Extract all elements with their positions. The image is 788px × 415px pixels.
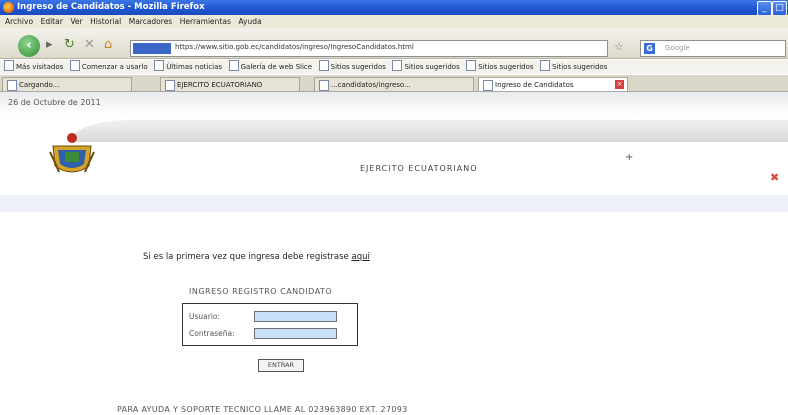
tab-strip: Cargando... EJERCITO ECUATORIANO ...cand… <box>0 75 788 163</box>
page-icon <box>165 80 175 91</box>
date-strip: 26 de Octubre de 2011 <box>0 92 788 144</box>
user-label: Usuario: <box>189 312 221 321</box>
menu-herramientas[interactable]: Herramientas <box>180 17 231 26</box>
close-icon[interactable]: ✖ <box>770 171 779 184</box>
register-link[interactable]: aqui <box>352 252 370 262</box>
header-band <box>0 195 788 212</box>
minimize-button[interactable]: _ <box>757 1 772 16</box>
menu-editar[interactable]: Editar <box>41 17 63 26</box>
window-title: Ingreso de Candidatos - Mozilla Firefox <box>17 2 205 12</box>
stop-icon[interactable]: ✕ <box>84 38 95 51</box>
firefox-icon <box>3 2 14 13</box>
forward-icon[interactable]: ▸ <box>46 38 53 51</box>
login-form: Usuario: Contraseña: <box>182 303 358 346</box>
bookmark-item[interactable]: Sitios sugeridos <box>318 60 386 74</box>
search-placeholder: Google <box>665 44 690 52</box>
reload-icon[interactable]: ↻ <box>64 38 75 51</box>
close-tab-icon[interactable]: × <box>615 80 624 89</box>
header-title: EJERCITO ECUATORIANO <box>360 164 478 173</box>
banner-curve <box>70 120 788 142</box>
menu-marcadores[interactable]: Marcadores <box>129 17 173 26</box>
register-prompt: Si es la primera vez que ingresa debe re… <box>143 252 370 262</box>
menu-archivo[interactable]: Archivo <box>5 17 33 26</box>
tab-ejercito[interactable]: EJERCITO ECUATORIANO <box>160 77 300 91</box>
bookmark-item[interactable]: Galería de web Slice <box>228 60 312 74</box>
enter-button[interactable]: ENTRAR <box>258 359 304 372</box>
url-bar[interactable]: https://www.sitio.gob.ec/candidatos/ingr… <box>130 40 608 57</box>
coat-of-arms-logo <box>49 133 95 173</box>
bookmark-star-icon[interactable]: ☆ <box>614 40 624 53</box>
menu-bar: Archivo Editar Ver Historial Marcadores … <box>0 15 788 28</box>
navigation-toolbar: ‹ ▸ ↻ ✕ ⌂ https://www.sitio.gob.ec/candi… <box>0 28 788 59</box>
menu-historial[interactable]: Historial <box>90 17 121 26</box>
tab-candidatos-ingreso[interactable]: ...candidatos/ingreso... <box>314 77 474 91</box>
page-icon <box>7 80 17 91</box>
page-content: 26 de Octubre de 2011 EJERCITO ECUATORIA… <box>0 92 788 415</box>
maximize-button[interactable]: □ <box>772 1 787 16</box>
back-button[interactable]: ‹ <box>18 35 40 57</box>
page-icon <box>319 80 329 91</box>
password-input[interactable] <box>254 328 337 339</box>
current-date: 26 de Octubre de 2011 <box>8 98 101 107</box>
url-text: https://www.sitio.gob.ec/candidatos/ingr… <box>175 43 414 51</box>
support-text: PARA AYUDA Y SOPORTE TECNICO LLAME AL 02… <box>117 405 408 414</box>
home-icon[interactable]: ⌂ <box>104 38 112 51</box>
bookmarks-toolbar: Más visitados Comenzar a usarlo Últimas … <box>0 60 788 74</box>
page-icon <box>483 80 493 91</box>
bookmark-item[interactable]: Más visitados <box>4 60 63 74</box>
menu-ver[interactable]: Ver <box>70 17 82 26</box>
tab-ingreso-candidatos[interactable]: Ingreso de Candidatos × <box>478 77 628 91</box>
bookmark-item[interactable]: Sitios sugeridos <box>466 60 534 74</box>
google-icon: G <box>644 43 655 54</box>
bookmark-item[interactable]: Últimas noticias <box>154 60 222 74</box>
tab-loading[interactable]: Cargando... <box>2 77 132 91</box>
bookmark-item[interactable]: Comenzar a usarlo <box>69 60 148 74</box>
password-label: Contraseña: <box>189 329 235 338</box>
user-input[interactable] <box>254 311 337 322</box>
bookmark-item[interactable]: Sitios sugeridos <box>392 60 460 74</box>
site-identity-button[interactable] <box>133 43 171 54</box>
login-title: INGRESO REGISTRO CANDIDATO <box>189 287 333 296</box>
window-titlebar: Ingreso de Candidatos - Mozilla Firefox … <box>0 0 788 16</box>
menu-ayuda[interactable]: Ayuda <box>238 17 261 26</box>
bookmark-item[interactable]: Sitios sugeridos <box>540 60 607 74</box>
search-box[interactable]: G Google <box>640 40 786 57</box>
register-text: Si es la primera vez que ingresa debe re… <box>143 252 349 262</box>
